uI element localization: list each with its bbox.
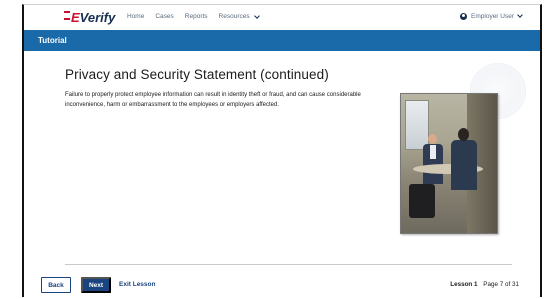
meeting-photo (400, 93, 498, 234)
exit-lesson-link[interactable]: Exit Lesson (119, 281, 155, 288)
nav-cases[interactable]: Cases (155, 13, 173, 20)
nav-resources[interactable]: Resources (218, 13, 261, 20)
footer-divider (65, 264, 512, 265)
back-button[interactable]: Back (41, 277, 71, 293)
nav-resources-label: Resources (218, 13, 250, 20)
e-verify-logo[interactable]: E Verify (64, 9, 115, 25)
statement-text: Failure to properly protect employee inf… (65, 92, 361, 108)
user-label: Employer User (471, 13, 514, 20)
nav-links: Home Cases Reports Resources (127, 13, 261, 20)
user-icon (460, 13, 468, 20)
chevron-down-icon (254, 13, 261, 19)
logo-e: E (71, 9, 80, 25)
nav-home[interactable]: Home (127, 13, 144, 20)
user-menu[interactable]: Employer User (460, 12, 523, 20)
lesson-label: Lesson 1 (450, 281, 478, 288)
next-button[interactable]: Next (81, 277, 111, 293)
page-label: Page 7 of 31 (483, 281, 519, 288)
lesson-progress: Lesson 1 Page 7 of 31 (450, 281, 519, 288)
page-title: Privacy and Security Statement (continue… (65, 67, 329, 82)
logo-text: Verify (79, 9, 116, 25)
app-frame: E Verify Home Cases Reports Resources Em… (22, 4, 542, 297)
top-navigation: E Verify Home Cases Reports Resources Em… (24, 5, 540, 30)
nav-reports[interactable]: Reports (185, 13, 208, 20)
chevron-down-icon (517, 12, 523, 18)
flag-icon (64, 11, 70, 23)
tutorial-banner: Tutorial (24, 30, 540, 51)
banner-title: Tutorial (38, 36, 67, 45)
